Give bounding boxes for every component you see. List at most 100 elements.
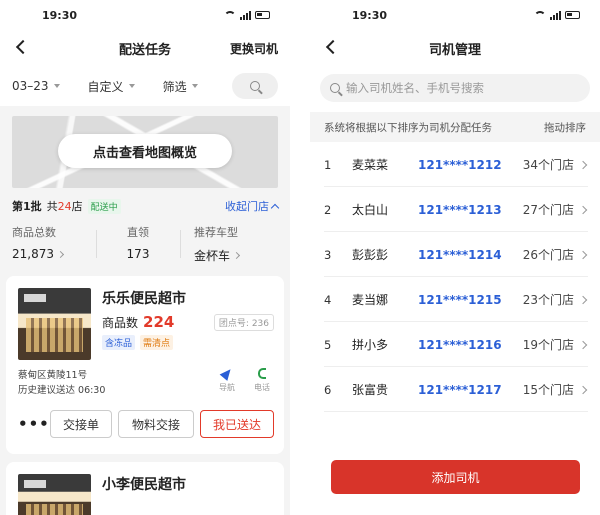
signal-icon xyxy=(240,10,251,20)
status-bar: 19:30 xyxy=(310,0,600,30)
chevron-right-icon xyxy=(578,250,588,259)
filter-bar: 03–23 自定义 筛选 xyxy=(0,66,290,106)
count-tag: 需清点 xyxy=(140,335,174,350)
batch-label: 第1批 xyxy=(12,200,42,213)
chevron-right-icon xyxy=(578,295,588,304)
goods-value: 224 xyxy=(143,313,175,331)
material-handover-button[interactable]: 物料交接 xyxy=(118,410,194,438)
back-arrow-icon[interactable] xyxy=(325,39,341,55)
chevron-right-icon xyxy=(56,250,65,258)
page-title: 配送任务 xyxy=(118,42,171,58)
map-preview[interactable]: 点击查看地图概览 xyxy=(12,116,278,188)
driver-search[interactable] xyxy=(320,74,590,102)
page-title: 司机管理 xyxy=(428,42,481,58)
driver-name: 太白山 xyxy=(352,203,389,217)
driver-store-count: 27个门店 xyxy=(522,203,574,217)
frozen-tag: 含冻品 xyxy=(102,335,136,350)
driver-store-count: 15个门店 xyxy=(522,383,574,397)
collapse-stores-button[interactable]: 收起门店 xyxy=(225,198,280,214)
driver-row[interactable]: 2 太白山 121****1213 27个门店 xyxy=(310,187,600,232)
navigate-button[interactable]: 导航 xyxy=(214,366,240,393)
handover-sheet-button[interactable]: 交接单 xyxy=(50,410,112,438)
add-driver-button[interactable]: 添加司机 xyxy=(331,460,580,494)
search-button[interactable] xyxy=(232,73,278,99)
driver-phone[interactable]: 121****1212 xyxy=(418,158,518,172)
driver-name: 张富贵 xyxy=(352,383,389,397)
batch-header: 第1批 共 24 店 配送中 收起门店 xyxy=(12,198,280,214)
back-arrow-icon[interactable] xyxy=(15,39,31,55)
driver-name: 麦菜菜 xyxy=(352,158,389,172)
driver-row[interactable]: 4 麦当娜 121****1215 23个门店 xyxy=(310,277,600,322)
call-label: 电话 xyxy=(254,383,270,392)
stat-total-goods[interactable]: 商品总数 21,873 xyxy=(12,224,96,268)
status-badge: 配送中 xyxy=(87,198,121,214)
driver-store-count: 19个门店 xyxy=(522,338,574,352)
delivered-button[interactable]: 我已送达 xyxy=(200,410,274,438)
driver-row[interactable]: 1 麦菜菜 121****1212 34个门店 xyxy=(310,142,600,187)
stat-value: 金杯车 xyxy=(194,249,231,263)
stat-direct: 直领 173 xyxy=(96,224,180,268)
status-icons xyxy=(224,10,270,20)
store-photo xyxy=(18,474,91,515)
driver-store-count: 26个门店 xyxy=(522,248,574,262)
battery-icon xyxy=(255,11,270,19)
driver-row[interactable]: 6 张富贵 121****1217 15个门店 xyxy=(310,367,600,412)
navigate-label: 导航 xyxy=(219,383,235,392)
drag-sort-button[interactable]: 拖动排序 xyxy=(544,120,586,135)
wifi-icon xyxy=(534,10,546,20)
screen-filter[interactable]: 筛选 xyxy=(163,78,198,95)
driver-list: 1 麦菜菜 121****1212 34个门店 2 太白山 121****121… xyxy=(310,142,600,412)
driver-row[interactable]: 5 拼小多 121****1216 19个门店 xyxy=(310,322,600,367)
caret-down-icon xyxy=(53,84,60,88)
divider xyxy=(180,230,181,258)
stat-value: 173 xyxy=(126,247,150,261)
screen-filter-label: 筛选 xyxy=(162,79,187,94)
driver-phone[interactable]: 121****1217 xyxy=(418,383,518,397)
driver-phone[interactable]: 121****1216 xyxy=(418,338,518,352)
store-photo xyxy=(18,288,91,360)
chevron-right-icon xyxy=(232,251,241,260)
status-time: 19:30 xyxy=(352,8,388,22)
view-map-button[interactable]: 点击查看地图概览 xyxy=(58,134,232,168)
nav-bar: 配送任务 更换司机 xyxy=(0,30,290,66)
more-button[interactable]: ••• xyxy=(18,415,49,433)
suggested-time: 历史建议送达 06:30 xyxy=(18,385,106,396)
nav-bar: 司机管理 xyxy=(310,30,600,66)
driver-name: 彭彭彭 xyxy=(352,248,389,262)
phone-icon xyxy=(258,368,266,379)
driver-search-input[interactable] xyxy=(346,81,546,95)
caret-down-icon xyxy=(128,84,135,88)
sort-hint: 系统将根据以下排序为司机分配任务 xyxy=(324,121,492,134)
goods-label: 商品数 xyxy=(102,316,139,330)
store-name: 小李便民超市 xyxy=(102,477,186,493)
chevron-up-icon xyxy=(270,203,280,212)
driver-phone[interactable]: 121****1214 xyxy=(418,248,518,262)
driver-row[interactable]: 3 彭彭彭 121****1214 26个门店 xyxy=(310,232,600,277)
stat-vehicle[interactable]: 推荐车型 金杯车 xyxy=(180,224,278,268)
stat-label: 直领 xyxy=(127,226,149,239)
stat-label: 推荐车型 xyxy=(194,226,238,239)
chevron-right-icon xyxy=(578,340,588,349)
chevron-right-icon xyxy=(578,160,588,169)
custom-filter[interactable]: 自定义 xyxy=(88,78,135,95)
store-card[interactable]: 乐乐便民超市 商品数 224 团点号: 236 含冻品 需清点 蔡甸区黄陵11号 … xyxy=(6,276,284,454)
driver-name: 麦当娜 xyxy=(352,293,389,307)
navigation-icon xyxy=(219,366,235,381)
store-card[interactable]: 小李便民超市 xyxy=(6,462,284,515)
driver-index: 4 xyxy=(324,292,332,307)
call-button[interactable]: 电话 xyxy=(249,368,275,393)
signal-icon xyxy=(550,10,561,20)
caret-down-icon xyxy=(191,84,198,88)
change-driver-button[interactable]: 更换司机 xyxy=(230,40,278,57)
chevron-right-icon xyxy=(578,385,588,394)
driver-store-count: 34个门店 xyxy=(522,158,574,172)
battery-icon xyxy=(565,11,580,19)
date-filter[interactable]: 03–23 xyxy=(12,79,60,93)
driver-phone[interactable]: 121****1213 xyxy=(418,203,518,217)
driver-index: 5 xyxy=(324,337,332,352)
status-time: 19:30 xyxy=(42,8,78,22)
store-actions: ••• 交接单 物料交接 我已送达 xyxy=(18,410,274,438)
stat-label: 商品总数 xyxy=(12,226,56,239)
driver-phone[interactable]: 121****1215 xyxy=(418,293,518,307)
store-address-block: 蔡甸区黄陵11号 历史建议送达 06:30 xyxy=(18,368,105,398)
